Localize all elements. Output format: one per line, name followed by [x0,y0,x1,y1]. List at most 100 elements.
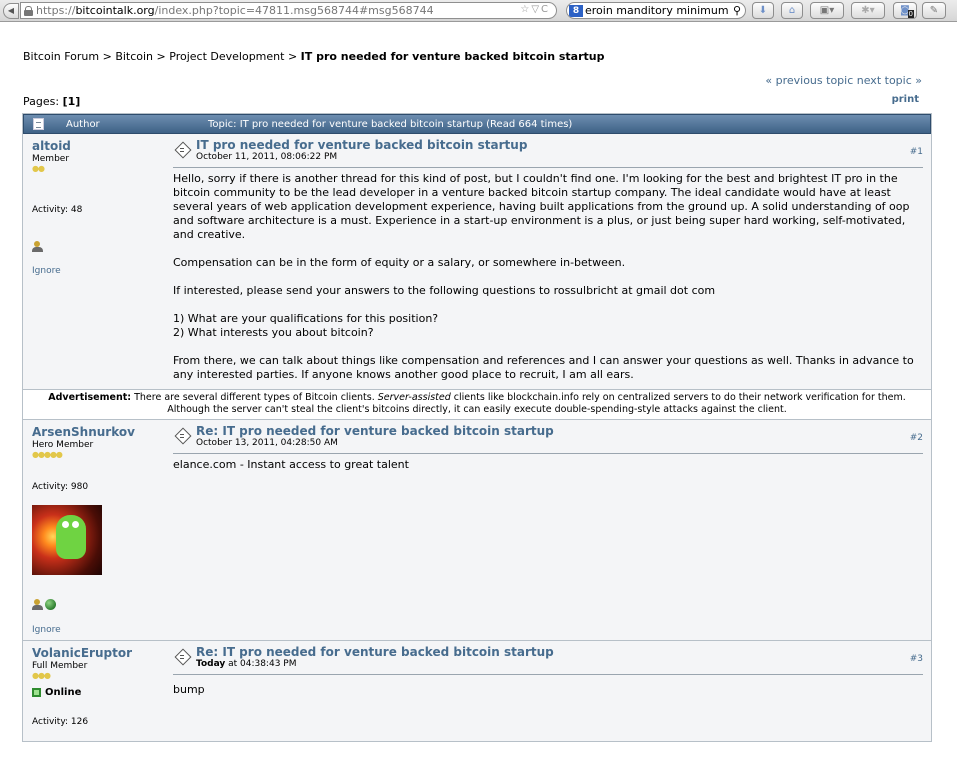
topic-header: Author Topic: IT pro needed for venture … [23,114,931,134]
avatar[interactable] [32,505,102,575]
message-paragraph: From there, we can talk about things lik… [173,354,914,381]
post-header: Re: IT pro needed for venture backed bit… [173,425,923,454]
post-3: VolanicEruptor Full Member ●●● Online Ac… [23,641,931,741]
post-date: Today at 04:38:43 PM [196,659,554,670]
forum-page: Bitcoin Forum > Bitcoin > Project Develo… [0,22,957,780]
poster-rank: Full Member [32,661,88,671]
post-2: ArsenShnurkov Hero Member ●●●●● Activity… [23,420,931,641]
poster-info: ArsenShnurkov Hero Member ●●●●● Activity… [23,420,163,640]
post-content: Re: IT pro needed for venture backed bit… [163,641,931,741]
poster-name[interactable]: VolanicEruptor [32,646,154,660]
ignore-link[interactable]: Ignore [32,625,154,635]
poster-activity: Activity: 126 [32,717,89,727]
post-number[interactable]: #2 [910,431,923,445]
print-link[interactable]: print [892,94,919,105]
back-button[interactable]: ◀ [3,2,19,19]
message-paragraph: 2) What interests you about bitcoin? [173,326,374,339]
advertisement-italic: Server-assisted [377,392,451,403]
screenshot-icon[interactable]: ▣▾ [810,2,844,19]
online-status: Online [32,687,154,698]
url-path: /index.php?topic=47811.msg568744#msg5687… [154,4,434,17]
tools-icon[interactable]: ✎ [922,2,946,19]
download-icon[interactable]: ⬇ [752,2,774,19]
previous-topic-link[interactable]: « previous topic [765,74,853,87]
breadcrumb-current-topic[interactable]: IT pro needed for venture backed bitcoin… [301,50,605,63]
topic-document-icon [33,118,44,130]
page-number[interactable]: [1] [63,95,81,108]
breadcrumb-project-development[interactable]: Project Development [169,50,284,63]
message-paragraph: Compensation can be in the form of equit… [173,256,626,269]
addon-icon[interactable]: ✱▾ [851,2,885,19]
post-date: October 13, 2011, 04:28:50 AM [196,438,338,448]
post-date: October 11, 2011, 08:06:22 PM [196,152,338,162]
avatar-eye [62,521,69,528]
pagination: Pages: [1] [23,95,80,108]
post-date-time: at 04:38:43 PM [225,659,297,669]
post-icon [175,649,190,664]
browser-toolbar: ◀ https://bitcointalk.org/index.php?topi… [0,0,957,22]
post-subject[interactable]: IT pro needed for venture backed bitcoin… [196,139,527,152]
online-label: Online [45,687,82,698]
rank-stars: ●●● [32,671,51,680]
search-input[interactable]: 8 eroin manditory minimum ⚲ [566,2,746,19]
breadcrumb-separator: > [156,50,166,63]
post-header: IT pro needed for venture backed bitcoin… [173,139,923,168]
profile-icon[interactable] [32,599,43,610]
poster-name[interactable]: altoid [32,139,154,153]
poster-name[interactable]: ArsenShnurkov [32,425,154,439]
post-content: IT pro needed for venture backed bitcoin… [163,134,931,389]
message-paragraph: Hello, sorry if there is another thread … [173,172,910,241]
poster-rank: Member [32,154,70,164]
breadcrumb: Bitcoin Forum > Bitcoin > Project Develo… [23,50,604,63]
url-host: bitcointalk.org [75,4,155,17]
breadcrumb-separator: > [287,50,298,63]
message-paragraph: If interested, please send your answers … [173,284,716,297]
author-column-header: Author [66,118,100,130]
search-query: eroin manditory minimum [585,4,729,17]
post-number[interactable]: #3 [910,652,923,666]
post-icon [175,142,190,157]
message-paragraph: 1) What are your qualifications for this… [173,312,439,325]
bookmark-star-icon[interactable]: ☆▽C [520,4,550,15]
post-1: altoid Member ●● Activity: 48 Ignore IT … [23,134,931,390]
search-icon[interactable]: ⚲ [733,4,741,17]
post-number[interactable]: #1 [910,145,923,159]
advertisement-label: Advertisement: [48,392,132,403]
topic-navigation: « previous topic next topic » [765,74,922,87]
poster-info: VolanicEruptor Full Member ●●● Online Ac… [23,641,163,741]
breadcrumb-forum[interactable]: Bitcoin Forum [23,50,99,63]
advertisement-banner: Advertisement: There are several differe… [23,390,931,420]
breadcrumb-separator: > [102,50,112,63]
post-message: bump [173,683,205,696]
post-subject[interactable]: Re: IT pro needed for venture backed bit… [196,425,554,438]
website-globe-icon[interactable] [45,599,56,610]
profile-icon[interactable] [32,241,43,252]
advertisement-text: There are several different types of Bit… [131,392,378,403]
post-header: Re: IT pro needed for venture backed bit… [173,646,923,675]
topic-column-header: Topic: IT pro needed for venture backed … [208,118,573,130]
search-engine-icon[interactable]: 8 [569,4,583,17]
poster-info: altoid Member ●● Activity: 48 Ignore [23,134,163,389]
home-icon[interactable]: ⌂ [781,2,803,19]
poster-icons [32,599,154,610]
rank-stars: ●● [32,164,45,173]
post-icon [175,428,190,443]
poster-activity: Activity: 980 [32,482,89,492]
online-indicator-icon [32,688,41,697]
post-message: elance.com - Instant access to great tal… [173,458,409,471]
post-content: Re: IT pro needed for venture backed bit… [163,420,931,640]
post-subject[interactable]: Re: IT pro needed for venture backed bit… [196,646,554,659]
breadcrumb-bitcoin[interactable]: Bitcoin [115,50,153,63]
poster-rank: Hero Member [32,440,94,450]
addon-badge-button[interactable]: ◙ 0 [893,2,917,19]
post-date-today: Today [196,659,226,669]
poster-activity: Activity: 48 [32,205,83,215]
topic-table: Author Topic: IT pro needed for venture … [22,113,932,742]
ignore-link[interactable]: Ignore [32,266,154,276]
pages-label: Pages: [23,95,63,108]
post-message: Hello, sorry if there is another thread … [173,172,923,382]
avatar-figure [56,515,86,559]
next-topic-link[interactable]: next topic » [857,74,922,87]
address-bar[interactable]: https://bitcointalk.org/index.php?topic=… [20,2,557,19]
lock-icon [24,6,33,16]
